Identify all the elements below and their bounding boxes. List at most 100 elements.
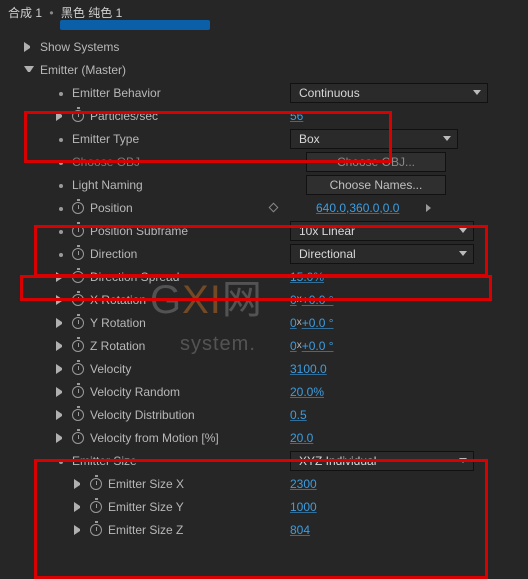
stopwatch-icon[interactable]: [72, 363, 84, 375]
breadcrumb-layer[interactable]: 黑色 纯色 1: [61, 6, 122, 20]
twirl-right-icon[interactable]: [56, 341, 66, 351]
velocity-dist-label: Velocity Distribution: [90, 408, 290, 422]
velocity-value[interactable]: 3100.0: [290, 362, 327, 376]
chevron-down-icon: [459, 251, 467, 256]
twirl-right-icon[interactable]: [56, 433, 66, 443]
position-z[interactable]: 0.0: [383, 201, 400, 215]
twirl-right-icon[interactable]: [24, 42, 34, 52]
y-rot-rev[interactable]: 0: [290, 316, 297, 330]
emitter-master-label: Emitter (Master): [40, 63, 240, 77]
y-rotation-label: Y Rotation: [90, 316, 290, 330]
stopwatch-icon[interactable]: [90, 524, 102, 536]
emitter-type-label: Emitter Type: [72, 132, 272, 146]
row-emitter-size-y: Emitter Size Y 1000: [6, 495, 522, 518]
velocity-motion-value[interactable]: 20.0: [290, 431, 313, 445]
emitter-size-y-label: Emitter Size Y: [108, 500, 308, 514]
row-velocity-dist: Velocity Distribution 0.5: [6, 403, 522, 426]
emitter-size-z-value[interactable]: 804: [290, 523, 310, 537]
twirl-right-icon[interactable]: [74, 502, 84, 512]
stopwatch-icon[interactable]: [72, 432, 84, 444]
twirl-right-icon[interactable]: [56, 295, 66, 305]
velocity-dist-value[interactable]: 0.5: [290, 408, 307, 422]
bullet-icon: [59, 207, 63, 211]
twirl-right-icon[interactable]: [74, 479, 84, 489]
chevron-down-icon: [459, 458, 467, 463]
row-position-subframe: Position Subframe 10x Linear: [6, 219, 522, 242]
twirl-right-icon[interactable]: [56, 410, 66, 420]
stopwatch-icon[interactable]: [90, 478, 102, 490]
x-rotation-label: X Rotation: [90, 293, 290, 307]
breadcrumb-comp[interactable]: 合成 1: [8, 6, 42, 20]
emitter-behavior-select[interactable]: Continuous: [290, 83, 488, 103]
y-rot-deg[interactable]: +0.0 °: [302, 316, 334, 330]
stopwatch-icon[interactable]: [72, 248, 84, 260]
stopwatch-icon[interactable]: [72, 317, 84, 329]
choose-obj-button: Choose OBJ...: [306, 152, 446, 172]
z-rot-deg[interactable]: +0.0 °: [302, 339, 334, 353]
stopwatch-icon[interactable]: [90, 501, 102, 513]
position-subframe-select[interactable]: 10x Linear: [290, 221, 474, 241]
x-rot-rev[interactable]: 0: [290, 293, 297, 307]
velocity-label: Velocity: [90, 362, 290, 376]
stopwatch-icon[interactable]: [72, 294, 84, 306]
choose-names-button[interactable]: Choose Names...: [306, 175, 446, 195]
emitter-size-y-value[interactable]: 1000: [290, 500, 317, 514]
row-emitter-size-x: Emitter Size X 2300: [6, 472, 522, 495]
row-z-rotation: Z Rotation 0x +0.0 °: [6, 334, 522, 357]
row-choose-obj: Choose OBJ Choose OBJ...: [6, 150, 522, 173]
row-emitter-size-z: Emitter Size Z 804: [6, 518, 522, 541]
stopwatch-icon[interactable]: [72, 225, 84, 237]
emitter-type-select[interactable]: Box: [290, 129, 458, 149]
row-velocity: Velocity 3100.0: [6, 357, 522, 380]
row-emitter-master[interactable]: Emitter (Master): [6, 58, 522, 81]
bullet-icon: [59, 253, 63, 257]
bullet-icon: [59, 138, 63, 142]
row-y-rotation: Y Rotation 0x +0.0 °: [6, 311, 522, 334]
emitter-behavior-label: Emitter Behavior: [72, 86, 272, 100]
twirl-right-icon[interactable]: [56, 387, 66, 397]
velocity-random-value[interactable]: 20.0%: [290, 385, 324, 399]
velocity-random-label: Velocity Random: [90, 385, 290, 399]
position-y[interactable]: 360.0: [349, 201, 379, 215]
stopwatch-icon[interactable]: [72, 409, 84, 421]
row-direction-spread: Direction Spread 15.0%: [6, 265, 522, 288]
stopwatch-icon[interactable]: [72, 386, 84, 398]
particles-sec-label: Particles/sec: [90, 109, 290, 123]
row-particles-sec: Particles/sec 56: [6, 104, 522, 127]
choose-obj-label: Choose OBJ: [72, 155, 272, 169]
chevron-right-icon[interactable]: [426, 204, 431, 212]
chevron-down-icon: [473, 90, 481, 95]
twirl-right-icon[interactable]: [56, 364, 66, 374]
stopwatch-icon[interactable]: [72, 202, 84, 214]
stopwatch-icon[interactable]: [72, 110, 84, 122]
position-x[interactable]: 640.0: [316, 201, 346, 215]
x-rot-deg[interactable]: +0.0 °: [302, 293, 334, 307]
row-x-rotation: X Rotation 0x +0.0 °: [6, 288, 522, 311]
emitter-size-z-label: Emitter Size Z: [108, 523, 308, 537]
velocity-motion-label: Velocity from Motion [%]: [90, 431, 300, 445]
chevron-down-icon: [459, 228, 467, 233]
bullet-icon: [59, 161, 63, 165]
stopwatch-icon[interactable]: [72, 271, 84, 283]
direction-spread-label: Direction Spread: [90, 270, 290, 284]
emitter-size-x-value[interactable]: 2300: [290, 477, 317, 491]
show-systems-label: Show Systems: [40, 40, 240, 54]
twirl-right-icon[interactable]: [56, 318, 66, 328]
z-rotation-label: Z Rotation: [90, 339, 290, 353]
twirl-right-icon[interactable]: [74, 525, 84, 535]
bullet-icon: [59, 184, 63, 188]
twirl-right-icon[interactable]: [56, 111, 66, 121]
emitter-size-select[interactable]: XYZ Individual: [290, 451, 474, 471]
row-position: Position 640.0, 360.0, 0.0: [6, 196, 522, 219]
direction-select[interactable]: Directional: [290, 244, 474, 264]
particles-sec-value[interactable]: 56: [290, 109, 303, 123]
twirl-right-icon[interactable]: [56, 272, 66, 282]
row-direction: Direction Directional: [6, 242, 522, 265]
row-velocity-random: Velocity Random 20.0%: [6, 380, 522, 403]
row-show-systems[interactable]: Show Systems: [6, 35, 522, 58]
direction-spread-value[interactable]: 15.0%: [290, 270, 324, 284]
z-rot-rev[interactable]: 0: [290, 339, 297, 353]
twirl-down-icon[interactable]: [24, 66, 34, 76]
stopwatch-icon[interactable]: [72, 340, 84, 352]
row-velocity-motion: Velocity from Motion [%] 20.0: [6, 426, 522, 449]
